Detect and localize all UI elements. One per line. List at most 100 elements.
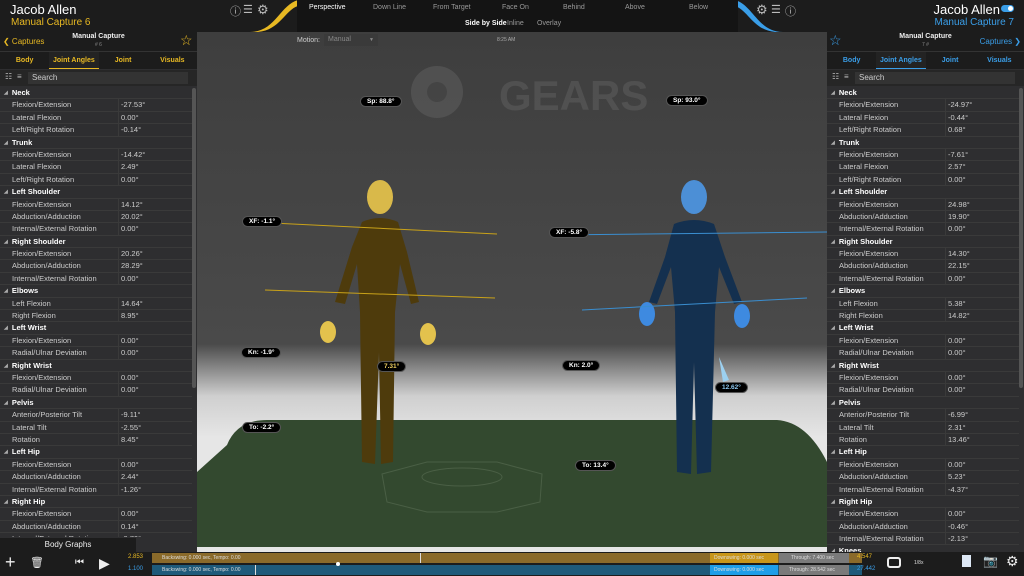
list-item[interactable]: Left Flexion 14.64°: [0, 297, 192, 311]
group-header[interactable]: ◢ Left Shoulder: [827, 186, 1019, 199]
tab-body[interactable]: Body: [0, 52, 49, 69]
tab-joint-angles[interactable]: Joint Angles: [876, 52, 926, 69]
info-icon[interactable]: ⓘ: [230, 3, 241, 19]
view-tab-from-target[interactable]: From Target: [433, 4, 471, 11]
group-header[interactable]: ◢ Elbows: [827, 285, 1019, 298]
collapse-triangle-icon[interactable]: ◢: [831, 186, 835, 197]
group-header[interactable]: ◢ Left Hip: [827, 446, 1019, 459]
list-item[interactable]: Radial/Ulnar Deviation 0.00°: [0, 384, 192, 397]
group-header[interactable]: ◢ Trunk: [0, 137, 192, 149]
view-tab-behind[interactable]: Behind: [563, 4, 585, 11]
collapse-triangle-icon[interactable]: ◢: [831, 446, 835, 457]
list-item[interactable]: Abduction/Adduction 20.02°: [0, 210, 192, 224]
scrub-handle[interactable]: [336, 562, 340, 566]
tab-joint-velocities[interactable]: Joint Velocities: [926, 52, 975, 81]
list-item[interactable]: Internal/External Rotation -1.26°: [0, 483, 192, 496]
list-item[interactable]: Abduction/Adduction -0.46°: [827, 520, 1019, 534]
tree-view-icon[interactable]: ☷: [832, 72, 839, 81]
collapse-triangle-icon[interactable]: ◢: [831, 137, 835, 148]
list-item[interactable]: Right Flexion 14.82°: [827, 310, 1019, 323]
collapse-triangle-icon[interactable]: ◢: [831, 322, 835, 333]
collapse-triangle-icon[interactable]: ◢: [831, 87, 835, 98]
list-item[interactable]: Lateral Flexion 2.49°: [0, 161, 192, 174]
body-graphs-button[interactable]: Body Graphs: [0, 538, 136, 552]
list-item[interactable]: Internal/External Rotation 0.00°: [827, 223, 1019, 236]
list-item[interactable]: Internal/External Rotation 0.00°: [827, 272, 1019, 286]
list-item[interactable]: Internal/External Rotation -2.13°: [827, 533, 1019, 546]
view-tab-above[interactable]: Above: [625, 4, 645, 11]
collapse-triangle-icon[interactable]: ◢: [831, 236, 835, 247]
favorite-star-icon[interactable]: ☆: [180, 32, 193, 49]
group-header[interactable]: ◢ Pelvis: [0, 397, 192, 410]
view-tab-face-on[interactable]: Face On: [502, 4, 529, 11]
list-item[interactable]: Flexion/Extension 0.00°: [0, 458, 192, 472]
playback-speed[interactable]: 1/8x: [914, 560, 923, 566]
list-item[interactable]: Lateral Flexion 2.57°: [827, 161, 1019, 174]
trash-icon[interactable]: 🗑: [30, 556, 44, 569]
info-icon[interactable]: ⓘ: [785, 3, 796, 19]
mode-tab-inline[interactable]: Inline: [507, 20, 524, 27]
loop-icon[interactable]: [887, 557, 901, 568]
list-item[interactable]: Flexion/Extension 0.00°: [827, 371, 1019, 385]
group-header[interactable]: ◢ Pelvis: [827, 397, 1019, 410]
list-item[interactable]: Internal/External Rotation-0.70°: [0, 533, 192, 537]
list-item[interactable]: Left/Right Rotation 0.00°: [827, 173, 1019, 187]
list-item[interactable]: Rotation 13.46°: [827, 433, 1019, 447]
list-item[interactable]: Flexion/Extension -27.53°: [0, 99, 192, 112]
list-item[interactable]: Lateral Tilt 2.31°: [827, 421, 1019, 434]
list-item[interactable]: Radial/Ulnar Deviation 0.00°: [0, 347, 192, 360]
tab-joint-velocities[interactable]: Joint Velocities: [99, 52, 148, 81]
group-header[interactable]: ◢ Right Wrist: [827, 360, 1019, 372]
mode-tab-overlay[interactable]: Overlay: [537, 20, 561, 27]
list-item[interactable]: Left Flexion 5.38°: [827, 297, 1019, 311]
collapse-triangle-icon[interactable]: ◢: [4, 186, 8, 197]
tab-body[interactable]: Body: [827, 52, 876, 69]
group-header[interactable]: ◢ Left Shoulder: [0, 186, 192, 199]
collapse-triangle-icon[interactable]: ◢: [4, 360, 8, 371]
list-item[interactable]: Abduction/Adduction 28.29°: [0, 260, 192, 273]
list-item[interactable]: Flexion/Extension 0.00°: [0, 334, 192, 348]
group-header[interactable]: ◢ Left Wrist: [827, 322, 1019, 335]
tab-visuals[interactable]: Visuals: [975, 52, 1024, 69]
search-input[interactable]: Search: [855, 72, 1015, 84]
group-header[interactable]: ◢ Right Hip: [0, 496, 192, 509]
collapse-triangle-icon[interactable]: ◢: [4, 397, 8, 408]
collapse-triangle-icon[interactable]: ◢: [4, 137, 8, 148]
camera-icon[interactable]: 📷: [983, 554, 998, 568]
list-item[interactable]: Internal/External Rotation 0.00°: [0, 272, 192, 286]
group-header[interactable]: ◢ Neck: [0, 87, 192, 100]
list-item[interactable]: Lateral Flexion 0.00°: [0, 111, 192, 125]
search-input[interactable]: Search: [28, 72, 188, 84]
tree-view-icon[interactable]: ☷: [5, 72, 12, 81]
gear-icon[interactable]: ⚙: [756, 2, 768, 18]
gold-playhead[interactable]: [420, 553, 421, 563]
skip-back-icon[interactable]: ⏮: [75, 557, 84, 568]
list-item[interactable]: Abduction/Adduction 5.23°: [827, 471, 1019, 484]
list-item[interactable]: Flexion/Extension 0.00°: [0, 508, 192, 521]
list-item[interactable]: Anterior/Posterior Tilt -9.11°: [0, 409, 192, 422]
view-tab-perspective[interactable]: Perspective: [309, 4, 346, 11]
group-header[interactable]: ◢ Left Wrist: [0, 322, 192, 335]
collapse-triangle-icon[interactable]: ◢: [831, 360, 835, 371]
collapse-triangle-icon[interactable]: ◢: [4, 285, 8, 296]
group-header[interactable]: ◢ Right Hip: [827, 496, 1019, 509]
collapse-triangle-icon[interactable]: ◢: [4, 446, 8, 457]
group-header[interactable]: ◢ Trunk: [827, 137, 1019, 149]
mode-tab-side-by-side[interactable]: Side by Side: [465, 20, 507, 27]
tab-visuals[interactable]: Visuals: [148, 52, 197, 69]
group-header[interactable]: ◢ Elbows: [0, 285, 192, 298]
compare-toggle[interactable]: [1001, 5, 1014, 12]
collapse-triangle-icon[interactable]: ◢: [4, 87, 8, 98]
list-item[interactable]: Left/Right Rotation 0.68°: [827, 124, 1019, 137]
list-item[interactable]: Anterior/Posterior Tilt -6.99°: [827, 409, 1019, 422]
list-item[interactable]: Flexion/Extension 14.12°: [0, 198, 192, 211]
list-item[interactable]: Internal/External Rotation -4.37°: [827, 483, 1019, 496]
list-item[interactable]: Flexion/Extension 24.98°: [827, 198, 1019, 211]
play-icon[interactable]: ▶: [99, 555, 110, 572]
collapse-triangle-icon[interactable]: ◢: [831, 496, 835, 507]
scrollbar[interactable]: [1019, 88, 1023, 388]
list-item[interactable]: Rotation 8.45°: [0, 433, 192, 447]
list-item[interactable]: Radial/Ulnar Deviation 0.00°: [827, 384, 1019, 397]
captures-forward-button[interactable]: Captures ❯: [980, 37, 1021, 46]
list-item[interactable]: Flexion/Extension 14.30°: [827, 248, 1019, 261]
